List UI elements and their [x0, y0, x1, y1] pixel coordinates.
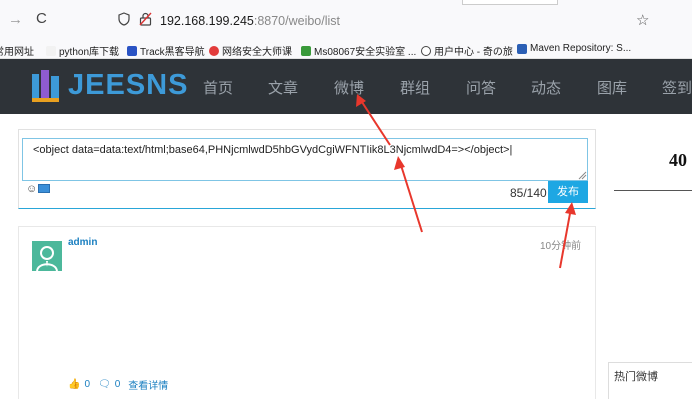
page-icon — [46, 45, 56, 56]
reload-icon[interactable]: C — [36, 10, 47, 27]
track-icon — [127, 45, 137, 56]
security-course-icon — [209, 45, 219, 56]
page-root: → C 192.168.199.245:8870/weibo/list ☆ 常用… — [0, 0, 692, 399]
view-details-link[interactable]: 查看详情 — [128, 377, 168, 392]
bookmark-label: 常用网址 — [0, 47, 34, 58]
bookmark-item[interactable]: Maven Repository: S... — [517, 43, 631, 54]
nav-weibo[interactable]: 微博 — [334, 77, 364, 98]
emoji-icon[interactable]: ☺ — [26, 183, 37, 195]
author-name[interactable]: admin — [68, 237, 97, 248]
bookmark-item[interactable]: python库下载 — [46, 43, 119, 58]
post-time: 10分钟前 — [540, 241, 582, 252]
forward-icon[interactable]: → — [8, 11, 23, 28]
bookmark-label: Maven Repository: S... — [530, 43, 632, 54]
bookmark-label: python库下载 — [59, 47, 120, 58]
publish-button[interactable]: 发布 — [548, 181, 588, 203]
shield-icon[interactable] — [118, 12, 130, 26]
bookmark-label: Track黑客导航 — [140, 47, 205, 58]
sidebar-number: 40 — [669, 150, 687, 170]
bookmark-star-icon[interactable]: ☆ — [636, 11, 649, 29]
site-logo-text[interactable]: JEESNS — [68, 69, 188, 102]
url-host: 192.168.199.245 — [160, 14, 254, 28]
nav-qa[interactable]: 问答 — [466, 77, 496, 98]
comment-count: 0 — [114, 379, 121, 390]
nav-activity[interactable]: 动态 — [531, 77, 561, 98]
insecure-lock-icon[interactable] — [139, 12, 152, 26]
nav-checkin[interactable]: 签到 — [662, 77, 692, 98]
bookmark-item[interactable]: 常用网址 — [0, 43, 34, 58]
weibo-card — [18, 226, 596, 399]
bookmark-item[interactable]: 用户中心 - 奇の旅 — [421, 43, 513, 58]
sidebar-divider — [614, 190, 692, 191]
like-count: 0 — [84, 379, 91, 390]
post-actions: 👍 0 🗨 0 查看详情 — [68, 377, 168, 392]
bookmarks-bar: 常用网址 python库下载 Track黑客导航 网络安全大师课 Ms08067… — [0, 40, 692, 59]
site-navbar: JEESNS 首页 文章 微博 群组 问答 动态 图库 签到 — [0, 59, 692, 114]
image-upload-icon[interactable] — [38, 184, 50, 193]
bookmark-item[interactable]: 网络安全大师课 — [209, 43, 292, 58]
avatar[interactable] — [32, 241, 62, 271]
hot-weibo-title: 热门微博 — [614, 371, 658, 383]
address-bar-url[interactable]: 192.168.199.245:8870/weibo/list — [160, 14, 340, 28]
nav-groups[interactable]: 群组 — [400, 77, 430, 98]
bookmark-item[interactable]: Track黑客导航 — [127, 43, 205, 58]
lab-icon — [301, 45, 311, 56]
nav-home[interactable]: 首页 — [203, 77, 233, 98]
bookmark-item[interactable]: Ms08067安全实验室 ... — [301, 43, 416, 58]
tab-edge — [462, 0, 558, 5]
weibo-content-input[interactable]: <object data=data:text/html;base64,PHNjc… — [22, 138, 588, 181]
globe-icon — [421, 45, 431, 56]
nav-articles[interactable]: 文章 — [268, 77, 298, 98]
resize-grip-icon[interactable] — [577, 170, 587, 180]
bookmark-label: 用户中心 - 奇の旅 — [434, 47, 513, 58]
jeesns-logo-icon[interactable] — [30, 68, 62, 104]
char-counter: 85/140 — [510, 186, 547, 200]
comment-icon[interactable]: 🗨 — [98, 379, 111, 390]
maven-icon — [517, 43, 527, 54]
like-icon[interactable]: 👍 — [68, 379, 80, 390]
nav-gallery[interactable]: 图库 — [597, 77, 627, 98]
browser-toolbar: → C 192.168.199.245:8870/weibo/list ☆ — [0, 0, 692, 40]
bookmark-label: 网络安全大师课 — [222, 47, 292, 58]
url-path: :8870/weibo/list — [253, 14, 341, 28]
bookmark-label: Ms08067安全实验室 ... — [314, 47, 417, 58]
